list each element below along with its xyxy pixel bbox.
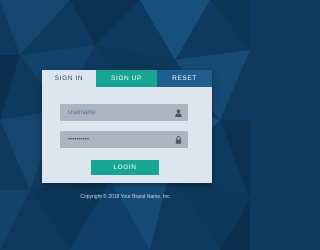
copyright-text: Copyright © 2018 Your Brand Name, Inc [80, 194, 170, 200]
tab-reset[interactable]: RESET [157, 70, 212, 87]
tab-bar: SIGN IN SIGN UP RESET [42, 70, 212, 87]
tab-sign-up[interactable]: SIGN UP [96, 70, 157, 87]
lock-icon [174, 135, 182, 144]
login-button[interactable]: LOGIN [91, 160, 159, 175]
password-input[interactable] [68, 136, 174, 143]
login-card: SIGN IN SIGN UP RESET LOGIN [42, 70, 212, 183]
username-field[interactable] [60, 104, 188, 121]
user-icon [174, 108, 182, 117]
tab-sign-in[interactable]: SIGN IN [42, 70, 96, 87]
username-input[interactable] [68, 109, 174, 116]
password-field[interactable] [60, 131, 188, 148]
